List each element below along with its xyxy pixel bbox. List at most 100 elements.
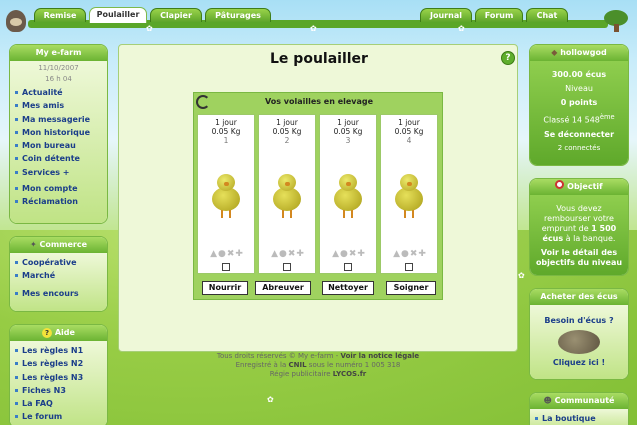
objective-text-1: Vous devez xyxy=(556,204,602,213)
buy-ecus-button[interactable]: Cliquez ici ! xyxy=(534,356,624,370)
help-icon: ? xyxy=(42,328,53,338)
chick-icon xyxy=(333,171,363,219)
chick-icon xyxy=(211,171,241,219)
nav-services[interactable]: Services + xyxy=(14,166,103,179)
nav-regles-n3[interactable]: Les règles N3 xyxy=(14,371,103,384)
bird-card: 1 jour 0.05 Kg 2 ▲●✖✚ xyxy=(258,114,316,274)
buy-ecus-title: Acheter des écus xyxy=(530,289,628,305)
user-hat-icon: ◆ xyxy=(551,48,561,57)
bird-card: 1 jour 0.05 Kg 4 ▲●✖✚ xyxy=(380,114,438,274)
nav-coin-detente[interactable]: Coin détente xyxy=(14,152,103,165)
user-money: 300.00 écus xyxy=(551,70,607,79)
water-button[interactable]: Abreuver xyxy=(255,281,311,295)
sidebar-aide: ? Aide Les règles N1 Les règles N2 Les r… xyxy=(9,324,108,425)
cnil-link[interactable]: CNIL xyxy=(289,361,307,369)
flower-icon: ✿ xyxy=(458,24,465,33)
bird-number: 1 xyxy=(223,136,229,145)
care-status-icons: ▲●✖✚ xyxy=(271,249,305,259)
current-date: 11/10/2007 xyxy=(38,64,79,72)
feed-button[interactable]: Nourrir xyxy=(202,281,248,295)
nav-boutique[interactable]: La boutique xyxy=(534,412,624,425)
coin-bag-icon xyxy=(558,330,600,354)
bird-age: 1 jour xyxy=(337,118,359,127)
objective-detail-link[interactable]: Voir le détail des objectifs du niveau xyxy=(534,248,624,268)
care-status-icons: ▲●✖✚ xyxy=(332,249,366,259)
tab-clapier[interactable]: Clapier xyxy=(150,8,202,22)
user-points: 0 points xyxy=(560,98,598,107)
objective-text-3: emprunt de 1 500 xyxy=(541,224,617,233)
flower-icon: ✿ xyxy=(146,24,153,33)
nav-mes-amis[interactable]: Mes amis xyxy=(14,99,103,112)
flower-icon: ✿ xyxy=(518,271,525,280)
sidebar-my-efarm: My e-farm 11/10/2007 16 h 04 Actualité M… xyxy=(9,44,108,224)
tab-forum[interactable]: Forum xyxy=(475,8,523,22)
action-bar: Nourrir Abreuver Nettoyer Soigner xyxy=(194,281,444,297)
legal-notice-link[interactable]: Voir la notice légale xyxy=(341,352,420,360)
page-title: Le poulailler xyxy=(270,51,368,67)
buy-ecus-question: Besoin d'écus ? xyxy=(544,316,614,325)
flower-icon: ✿ xyxy=(267,395,274,404)
user-level: Niveau xyxy=(565,84,593,93)
clean-button[interactable]: Nettoyer xyxy=(322,281,374,295)
nav-cooperative[interactable]: Coopérative xyxy=(14,256,103,269)
nav-reclamation[interactable]: Réclamation xyxy=(14,195,103,208)
nav-historique[interactable]: Mon historique xyxy=(14,126,103,139)
tab-paturages[interactable]: Pâturages xyxy=(205,8,271,22)
bird-age: 1 jour xyxy=(398,118,420,127)
footer-cnil-number: sous le numéro 1 005 318 xyxy=(306,361,401,369)
bird-select-checkbox[interactable] xyxy=(344,263,352,271)
bird-weight: 0.05 Kg xyxy=(333,127,363,136)
sidebar-commerce-title: ✦ Commerce xyxy=(10,237,107,253)
nav-regles-n1[interactable]: Les règles N1 xyxy=(14,344,103,357)
user-box-title: ◆ hollowgod xyxy=(530,45,628,61)
bird-select-checkbox[interactable] xyxy=(222,263,230,271)
user-box: ◆ hollowgod 300.00 écus Niveau 0 points … xyxy=(529,44,629,166)
sidebar-my-efarm-title: My e-farm xyxy=(10,45,107,61)
buy-ecus-box: Acheter des écus Besoin d'écus ? Cliquez… xyxy=(529,288,629,380)
nav-bureau[interactable]: Mon bureau xyxy=(14,139,103,152)
heal-button[interactable]: Soigner xyxy=(386,281,436,295)
nav-fiches-n3[interactable]: Fiches N3 xyxy=(14,384,103,397)
bird-card: 1 jour 0.05 Kg 1 ▲●✖✚ xyxy=(197,114,255,274)
user-rank: Classé 14 548ème xyxy=(543,113,615,125)
nav-forum[interactable]: Le forum xyxy=(14,410,103,423)
help-button[interactable]: ? xyxy=(501,51,515,65)
tab-remise[interactable]: Remise xyxy=(34,8,86,22)
logout-link[interactable]: Se déconnecter xyxy=(534,128,624,142)
tree-icon xyxy=(604,10,628,32)
chick-icon xyxy=(394,171,424,219)
community-title: ☻ Communauté xyxy=(530,393,628,409)
cow-icon xyxy=(6,10,26,32)
footer-regie: Régie publicitaire xyxy=(269,370,333,378)
care-status-icons: ▲●✖✚ xyxy=(393,249,427,259)
bird-select-checkbox[interactable] xyxy=(283,263,291,271)
bird-weight: 0.05 Kg xyxy=(211,127,241,136)
sidebar-aide-title: ? Aide xyxy=(10,325,107,341)
objective-text-2: rembourser votre xyxy=(544,214,614,223)
current-time: 16 h 04 xyxy=(45,75,72,83)
lycos-link[interactable]: LYCOS.fr xyxy=(333,370,366,378)
footer-cnil-prefix: Enregistré à la xyxy=(235,361,289,369)
nav-messagerie[interactable]: Ma messagerie xyxy=(14,113,103,126)
sidebar-commerce: ✦ Commerce Coopérative Marché Mes encour… xyxy=(9,236,108,312)
tab-poulailler[interactable]: Poulailler xyxy=(89,7,147,23)
nav-faq[interactable]: La FAQ xyxy=(14,397,103,410)
nav-actualite[interactable]: Actualité xyxy=(14,86,103,99)
tab-journal[interactable]: Journal xyxy=(420,8,472,22)
tab-chat[interactable]: Chat xyxy=(526,8,568,22)
objective-box: Objectif Vous devez rembourser votre emp… xyxy=(529,178,629,276)
connected-count: 2 connectés xyxy=(557,143,601,152)
bird-card: 1 jour 0.05 Kg 3 ▲●✖✚ xyxy=(319,114,377,274)
bird-weight: 0.05 Kg xyxy=(272,127,302,136)
nav-mon-compte[interactable]: Mon compte xyxy=(14,182,103,195)
bird-select-checkbox[interactable] xyxy=(405,263,413,271)
poultry-frame: Vos volailles en elevage 1 jour 0.05 Kg … xyxy=(193,92,443,300)
footer: Tous droits réservés © My e-farm - Voir … xyxy=(118,352,518,379)
nav-marche[interactable]: Marché xyxy=(14,269,103,282)
nav-regles-n2[interactable]: Les règles N2 xyxy=(14,357,103,370)
chick-icon xyxy=(272,171,302,219)
community-box: ☻ Communauté La boutique xyxy=(529,392,629,425)
nav-mes-encours[interactable]: Mes encours xyxy=(14,287,103,300)
footer-copyright: Tous droits réservés © My e-farm - xyxy=(216,352,341,360)
bird-number: 4 xyxy=(406,136,412,145)
